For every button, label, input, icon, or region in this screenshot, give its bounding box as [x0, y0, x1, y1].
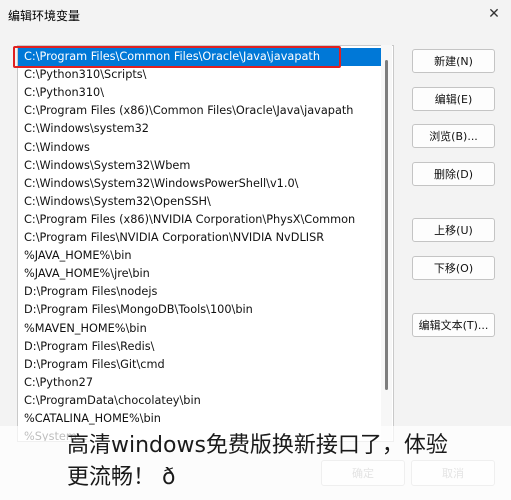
- list-item[interactable]: %JAVA_HOME%\bin: [18, 247, 382, 265]
- edit-text-button[interactable]: 编辑文本(T)...: [412, 313, 495, 337]
- list-item[interactable]: D:\Program Files\Redis\: [18, 338, 382, 356]
- list-item-label: %JAVA_HOME%\bin: [24, 249, 132, 263]
- scrollbar-thumb[interactable]: [385, 60, 388, 390]
- list-item[interactable]: C:\Python310\: [18, 84, 382, 102]
- list-item[interactable]: D:\Program Files\nodejs: [18, 283, 382, 301]
- list-item[interactable]: C:\Program Files (x86)\Common Files\Orac…: [18, 102, 382, 120]
- list-item[interactable]: C:\Windows\System32\Wbem: [18, 157, 382, 175]
- list-item[interactable]: %JAVA_HOME%\jre\bin: [18, 265, 382, 283]
- new-button[interactable]: 新建(N): [412, 49, 495, 73]
- list-item-label: C:\Windows\System32\Wbem: [24, 158, 191, 172]
- dialog-title: 编辑环境变量: [8, 9, 81, 23]
- list-item[interactable]: C:\Windows\system32: [18, 120, 382, 138]
- list-item[interactable]: C:\Python27: [18, 374, 382, 392]
- list-item[interactable]: C:\Program Files\NVIDIA Corporation\NVID…: [18, 229, 382, 247]
- list-item[interactable]: C:\ProgramData\chocolatey\bin: [18, 392, 382, 410]
- title-bar: 编辑环境变量 ✕: [0, 0, 511, 30]
- list-item[interactable]: C:\Program Files (x86)\NVIDIA Corporatio…: [18, 211, 382, 229]
- list-item-label: C:\Windows\system32: [24, 122, 149, 136]
- list-item-label: D:\Program Files\Git\cmd: [24, 357, 165, 371]
- list-item[interactable]: C:\Windows: [18, 139, 382, 157]
- list-item[interactable]: D:\Program Files\Git\cmd: [18, 356, 382, 374]
- list-item-label: C:\Python27: [24, 375, 94, 389]
- browse-button[interactable]: 浏览(B)...: [412, 124, 495, 148]
- list-item[interactable]: C:\Python310\Scripts\: [18, 66, 382, 84]
- list-item-label: C:\Program Files\NVIDIA Corporation\NVID…: [24, 231, 325, 244]
- list-item-label: %CATALINA_HOME%\bin: [24, 412, 161, 425]
- list-item-label: C:\Windows\System32\OpenSSH\: [24, 194, 211, 208]
- list-item-label: C:\Windows\System32\WindowsPowerShell\v1…: [24, 176, 299, 190]
- list-item-label: C:\Python310\: [24, 86, 105, 100]
- path-list[interactable]: C:\Program Files\Common Files\Oracle\Jav…: [17, 45, 394, 442]
- edit-env-var-dialog: 编辑环境变量 ✕ C:\Program Files\Common Files\O…: [0, 0, 511, 500]
- list-item-label: C:\ProgramData\chocolatey\bin: [24, 393, 201, 407]
- list-item-label: D:\Program Files\MongoDB\Tools\100\bin: [24, 303, 253, 317]
- list-item-label: C:\Program Files (x86)\NVIDIA Corporatio…: [24, 212, 356, 226]
- list-item[interactable]: C:\Windows\System32\WindowsPowerShell\v1…: [18, 175, 382, 193]
- list-item-label: D:\Program Files\nodejs: [24, 285, 158, 299]
- close-icon[interactable]: ✕: [486, 6, 502, 22]
- move-down-button[interactable]: 下移(O): [412, 256, 495, 280]
- delete-button[interactable]: 删除(D): [412, 162, 495, 186]
- list-item[interactable]: %MAVEN_HOME%\bin: [18, 320, 382, 338]
- list-item[interactable]: C:\Windows\System32\OpenSSH\: [18, 193, 382, 211]
- list-item-label: C:\Python310\Scripts\: [24, 68, 147, 82]
- list-item-label: C:\Windows: [24, 140, 90, 154]
- list-item-label: D:\Program Files\Redis\: [24, 339, 155, 353]
- selection-highlight-box: [13, 46, 341, 68]
- list-item[interactable]: D:\Program Files\MongoDB\Tools\100\bin: [18, 301, 382, 319]
- list-item-label: %MAVEN_HOME%\bin: [24, 321, 147, 335]
- list-item-label: C:\Program Files (x86)\Common Files\Orac…: [24, 104, 354, 118]
- caption-line-1: 高清windows免费版换新接口了，体验: [67, 433, 448, 458]
- edit-button[interactable]: 编辑(E): [412, 87, 495, 111]
- list-item-label: %JAVA_HOME%\jre\bin: [24, 267, 150, 281]
- caption-line-2: 更流畅！ ð: [67, 465, 229, 490]
- move-up-button[interactable]: 上移(U): [412, 218, 495, 242]
